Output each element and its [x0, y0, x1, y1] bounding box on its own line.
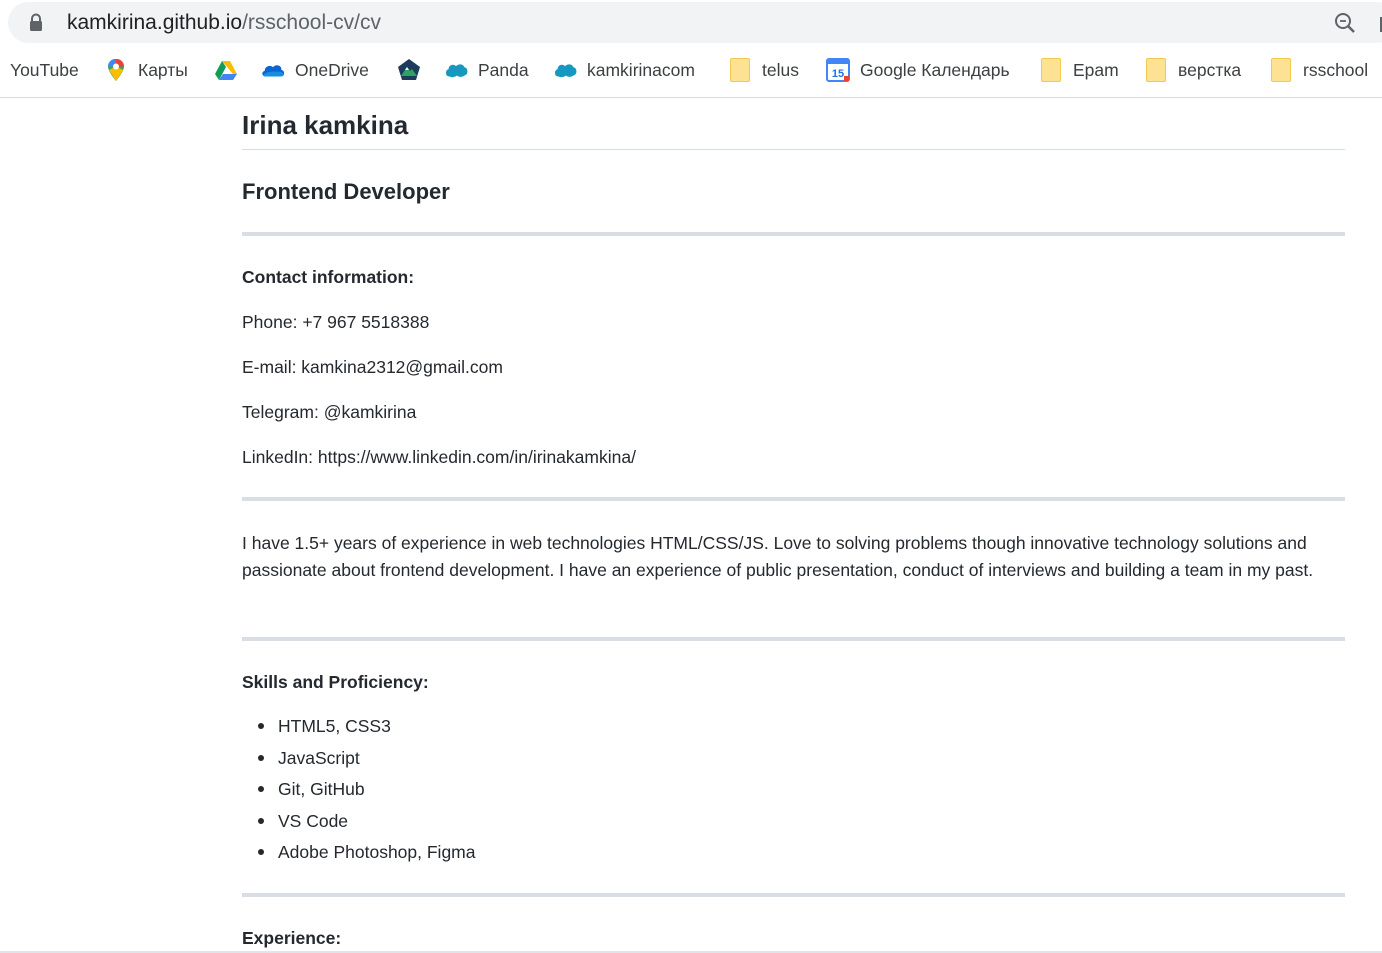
- bookmark-label: Epam: [1073, 59, 1119, 80]
- experience-heading: Experience:: [242, 928, 342, 948]
- skill-label: Adobe Photoshop, Figma: [278, 842, 476, 862]
- bookmark-label: YouTube: [10, 59, 79, 80]
- list-item: JavaScript: [242, 746, 842, 778]
- mountain-badge-icon: [398, 59, 420, 80]
- bookmark-folder-epam[interactable]: Epam: [1039, 52, 1119, 88]
- contact-telegram: Telegram: @kamkirina: [242, 402, 417, 422]
- bookmark-folder-telus[interactable]: telus: [728, 52, 799, 88]
- bookmark-mountain[interactable]: [397, 52, 431, 88]
- list-item: HTML5, CSS3: [242, 714, 842, 746]
- bookmarks-bar: YouTube Карты OneDrive Panda kamkirinaco…: [0, 52, 1382, 88]
- bookmark-label: telus: [762, 59, 799, 80]
- about-text: I have 1.5+ years of experience in web t…: [242, 533, 1314, 580]
- folder-icon: [1144, 58, 1168, 82]
- calendar-day: 15: [832, 68, 844, 80]
- skill-label: HTML5, CSS3: [278, 716, 391, 736]
- divider: [242, 893, 1345, 897]
- bullet-icon: [258, 786, 264, 792]
- bookmark-onedrive[interactable]: OneDrive: [261, 52, 369, 88]
- contact-email: E-mail: kamkina2312@gmail.com: [242, 357, 503, 377]
- contact-heading: Contact information:: [242, 267, 415, 287]
- bookmark-label: Panda: [478, 59, 529, 80]
- folder-icon: [1039, 58, 1063, 82]
- skill-label: Git, GitHub: [278, 779, 365, 799]
- list-item: Git, GitHub: [242, 777, 842, 809]
- bookmark-label: Google Календарь: [860, 59, 1010, 80]
- browser-chrome: kamkirina.github.io/rsschool-cv/cv YouTu…: [0, 0, 1382, 98]
- skill-label: VS Code: [278, 810, 349, 831]
- google-drive-icon: [215, 61, 237, 80]
- divider: [242, 637, 1345, 641]
- salesforce-cloud-icon: [445, 64, 468, 78]
- contact-linkedin: LinkedIn: https://www.linkedin.com/in/ir…: [242, 447, 636, 467]
- maps-pin-icon: [108, 59, 124, 81]
- bookmark-folder-rsschool[interactable]: rsschool: [1269, 52, 1368, 88]
- bullet-icon: [258, 754, 264, 761]
- job-title: Frontend Developer: [242, 179, 450, 204]
- bookmark-kamkirinacom[interactable]: kamkirinacom: [553, 52, 695, 88]
- url-path: /rsschool-cv/cv: [242, 11, 381, 34]
- bullet-icon: [258, 849, 264, 855]
- divider: [242, 149, 1345, 150]
- bookmark-label: kamkirinacom: [587, 59, 695, 80]
- url-text[interactable]: kamkirina.github.io/rsschool-cv/cv: [67, 11, 381, 35]
- contact-phone: Phone: +7 967 5518388: [242, 312, 430, 332]
- divider: [242, 232, 1345, 236]
- folder-icon: [1269, 58, 1293, 82]
- address-bar[interactable]: kamkirina.github.io/rsschool-cv/cv: [8, 2, 1382, 43]
- lock-icon[interactable]: [28, 13, 44, 33]
- list-item: VS Code: [242, 809, 842, 841]
- bookmark-label: Карты: [138, 59, 188, 80]
- bookmark-folder-verstka[interactable]: верстка: [1144, 52, 1241, 88]
- skills-heading: Skills and Proficiency:: [242, 672, 429, 692]
- skills-list: HTML5, CSS3 JavaScript Git, GitHub VS Co…: [242, 714, 842, 872]
- folder-icon: [728, 58, 752, 82]
- bullet-icon: [258, 723, 264, 729]
- list-item: Adobe Photoshop, Figma: [242, 840, 842, 872]
- bookmark-panda[interactable]: Panda: [444, 52, 529, 88]
- bookmark-label: rsschool: [1303, 59, 1369, 80]
- bookmark-youtube[interactable]: YouTube: [10, 52, 79, 88]
- bookmark-maps[interactable]: Карты: [104, 52, 188, 88]
- zoom-icon[interactable]: [1333, 11, 1357, 35]
- page-title: Irina kamkina: [242, 110, 409, 140]
- onedrive-cloud-icon: [262, 65, 285, 77]
- url-host: kamkirina.github.io: [67, 11, 243, 34]
- calendar-icon: 15: [826, 58, 850, 82]
- salesforce-cloud-icon: [554, 64, 577, 78]
- skill-label: JavaScript: [278, 747, 360, 768]
- bookmark-google-calendar[interactable]: 15 Google Календарь: [826, 52, 1010, 88]
- bullet-icon: [258, 817, 264, 824]
- bookmark-label: верстка: [1178, 59, 1242, 80]
- bookmark-google-drive[interactable]: [214, 52, 248, 88]
- bookmark-label: OneDrive: [295, 59, 369, 80]
- divider: [242, 497, 1345, 501]
